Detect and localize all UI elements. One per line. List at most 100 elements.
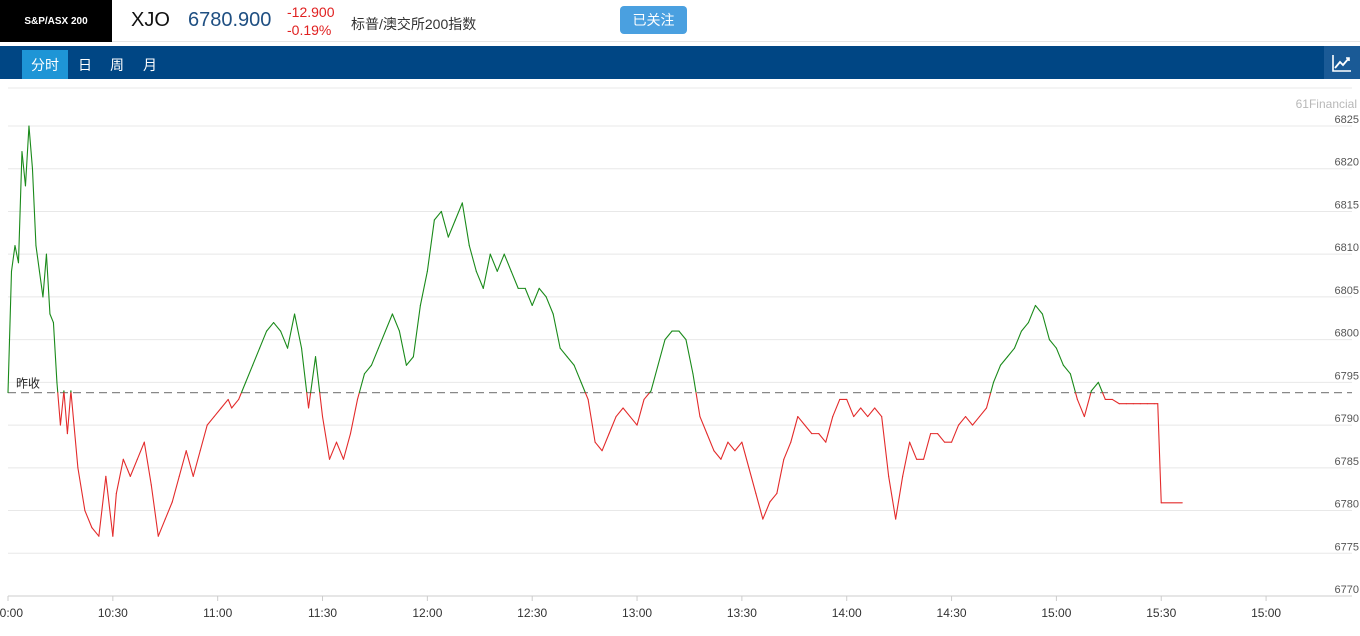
price-line-segment <box>158 519 165 536</box>
price-line-segment <box>32 169 35 246</box>
price-line-segment <box>623 408 630 417</box>
y-tick-label: 6785 <box>1335 456 1359 468</box>
price-line-segment <box>221 399 228 408</box>
price-line-segment <box>364 365 371 374</box>
price-line-segment <box>232 399 239 408</box>
follow-button[interactable]: 已关注 <box>620 6 687 34</box>
price-line-segment <box>875 408 882 417</box>
price-line-segment <box>1042 314 1049 340</box>
price-line-segment <box>58 393 61 425</box>
price-line-segment <box>241 382 245 392</box>
price-line-segment <box>29 126 32 169</box>
price-line-segment <box>337 442 344 459</box>
price-line-segment <box>85 511 92 528</box>
chart-type-button[interactable] <box>1324 46 1360 79</box>
intraday-chart: 61Financial67706775678067856790679568006… <box>0 79 1360 631</box>
price-line-segment <box>770 493 777 502</box>
y-tick-label: 6820 <box>1335 157 1359 169</box>
price-line-segment <box>546 297 553 314</box>
price-line-segment <box>728 442 735 451</box>
x-tick-label: 11:00 <box>203 606 232 620</box>
price-line-segment <box>553 314 560 348</box>
price-line-segment <box>847 399 854 416</box>
price-line-segment <box>777 459 784 493</box>
price-line-segment <box>504 254 511 271</box>
price-line-segment <box>1098 382 1102 392</box>
price-line-segment <box>78 468 85 511</box>
price-line-segment <box>581 382 585 392</box>
price-line-segment <box>595 442 602 451</box>
price-line-segment <box>406 357 413 366</box>
price-line-segment <box>200 425 207 451</box>
y-tick-label: 6815 <box>1335 199 1359 211</box>
price-line-segment <box>64 393 67 434</box>
price-line-segment <box>693 374 696 393</box>
price-line-segment <box>585 393 588 400</box>
price-line-segment <box>1007 348 1014 357</box>
price-line-segment <box>288 314 295 348</box>
price-line-segment <box>1028 305 1035 322</box>
price-line-segment <box>399 331 406 365</box>
price-line-segment <box>742 442 749 468</box>
y-tick-label: 6825 <box>1335 114 1359 126</box>
price-line-segment <box>696 393 700 417</box>
tab-weekly[interactable]: 周 <box>104 50 130 79</box>
price-line-segment <box>868 408 875 417</box>
price-line-segment <box>46 254 49 314</box>
price-line-segment <box>966 417 973 426</box>
price-line-segment <box>36 246 39 272</box>
price-line-segment <box>307 393 309 408</box>
price-line-segment <box>938 434 945 443</box>
price-line-segment <box>311 357 316 393</box>
price-line-segment <box>910 442 917 459</box>
price-line-segment <box>686 340 693 374</box>
price-line-segment <box>679 331 686 340</box>
price-line-segment <box>1103 393 1106 400</box>
price-line-segment <box>144 442 151 485</box>
y-tick-label: 6790 <box>1335 413 1359 425</box>
x-tick-label: 10:30 <box>98 606 128 620</box>
y-tick-label: 6805 <box>1335 285 1359 297</box>
price-line-segment <box>316 357 320 393</box>
x-tick-label: 15:30 <box>1146 606 1176 620</box>
price-line-segment <box>756 493 763 519</box>
price-line-segment <box>973 417 980 426</box>
x-tick-label: 15:00 <box>1251 606 1281 620</box>
x-tick-label: 10:00 <box>0 606 23 620</box>
price-line-segment <box>448 220 455 237</box>
price-line-segment <box>137 442 144 459</box>
price-line-segment <box>707 434 714 451</box>
y-tick-label: 6770 <box>1335 584 1359 596</box>
price-line-segment <box>637 399 644 425</box>
price-line-segment <box>791 417 798 443</box>
price-line-segment <box>994 365 1001 382</box>
price-line-segment <box>50 314 53 323</box>
tab-intraday[interactable]: 分时 <box>22 50 68 79</box>
price-change-percent: -0.19% <box>287 21 331 39</box>
index-name: 标普/澳交所200指数 <box>351 14 476 34</box>
tab-daily[interactable]: 日 <box>72 50 98 79</box>
price-line-segment <box>980 408 987 417</box>
price-line-segment <box>274 323 281 332</box>
x-tick-label: 13:00 <box>622 606 652 620</box>
price-line-segment <box>71 393 78 468</box>
x-tick-label: 15:00 <box>1041 606 1071 620</box>
price-line-segment <box>889 476 896 519</box>
price-line-segment <box>359 374 364 393</box>
price-line-segment <box>798 417 805 426</box>
y-tick-label: 6810 <box>1335 242 1359 254</box>
price-line-segment <box>483 254 490 288</box>
y-tick-label: 6780 <box>1335 499 1359 511</box>
price-line-segment <box>952 425 959 442</box>
price-line-segment <box>833 399 840 416</box>
price-line-segment <box>1049 340 1056 349</box>
price-line-segment <box>39 271 42 297</box>
tab-monthly[interactable]: 月 <box>137 50 163 79</box>
x-tick-label: 11:30 <box>308 606 337 620</box>
watermark: 61Financial <box>1296 97 1357 111</box>
price-line-segment <box>207 417 214 426</box>
price-line-segment <box>420 271 427 305</box>
y-tick-label: 6795 <box>1335 370 1359 382</box>
price-line-segment <box>113 493 116 536</box>
price-line-segment <box>462 203 469 246</box>
